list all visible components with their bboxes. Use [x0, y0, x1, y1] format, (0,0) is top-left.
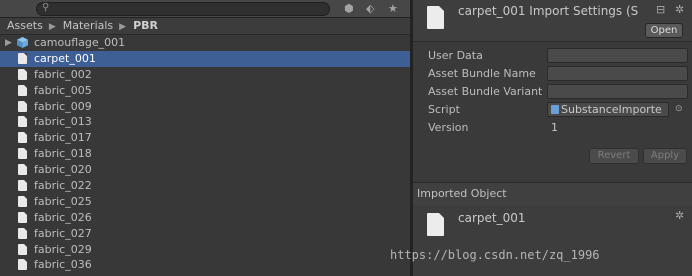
asset-name: fabric_022: [34, 179, 92, 193]
file-icon: [18, 227, 27, 239]
asset-name: fabric_025: [34, 194, 92, 208]
asset-list-item[interactable]: fabric_009: [0, 99, 410, 115]
asset-name: fabric_026: [34, 210, 92, 224]
favorite-star-icon[interactable]: ★: [388, 2, 398, 15]
substance-cube-icon: [17, 37, 28, 48]
file-icon: [18, 116, 27, 128]
apply-button[interactable]: Apply: [643, 148, 687, 164]
foldout-arrow-icon[interactable]: ▶: [5, 35, 12, 51]
asset-bundle-name-label: Asset Bundle Name: [428, 67, 536, 80]
filter-by-label-icon[interactable]: ⬖: [366, 2, 374, 15]
version-label: Version: [428, 121, 469, 134]
asset-file-icon: [427, 6, 444, 29]
script-label: Script: [428, 103, 460, 116]
file-icon: [18, 195, 27, 207]
asset-name: fabric_018: [34, 147, 92, 161]
asset-list: ▶ camouflage_001 carpet_001 fabric_002fabri…: [0, 35, 410, 273]
asset-bundle-variant-field[interactable]: [547, 84, 688, 99]
asset-list-item[interactable]: fabric_017: [0, 130, 410, 146]
revert-button[interactable]: Revert: [589, 148, 639, 164]
imported-object-heading: Imported Object: [417, 187, 507, 200]
search-icon: ⚲: [42, 2, 50, 13]
user-data-field[interactable]: [547, 48, 688, 63]
user-data-label: User Data: [428, 49, 483, 62]
breadcrumb-separator-icon: ▶: [119, 22, 127, 32]
file-icon: [18, 148, 27, 160]
asset-list-item[interactable]: carpet_001: [0, 50, 410, 67]
asset-list-item[interactable]: fabric_002: [0, 67, 410, 83]
asset-bundle-variant-label: Asset Bundle Variant: [428, 85, 543, 98]
inspector-header: carpet_001 Import Settings (S ⊟ ✲ Open: [413, 0, 692, 42]
search-input[interactable]: ⚲: [36, 2, 330, 16]
asset-list-item[interactable]: fabric_027: [0, 226, 410, 242]
asset-name: carpet_001: [34, 51, 96, 65]
script-icon: [551, 105, 559, 114]
asset-list-item[interactable]: fabric_026: [0, 210, 410, 226]
asset-name: fabric_013: [34, 115, 92, 129]
asset-list-item[interactable]: fabric_029: [0, 242, 410, 258]
breadcrumb-item-assets[interactable]: Assets: [0, 18, 43, 34]
imported-object-header: Imported Object: [413, 182, 692, 206]
asset-list-item[interactable]: fabric_013: [0, 114, 410, 130]
file-icon: [18, 164, 27, 176]
file-icon: [18, 132, 27, 144]
imported-asset-icon: [427, 213, 444, 236]
inspector-panel: carpet_001 Import Settings (S ⊟ ✲ Open U…: [413, 0, 692, 276]
asset-list-item[interactable]: ▶ camouflage_001: [0, 35, 410, 51]
imported-object-name: carpet_001: [458, 211, 526, 225]
project-toolbar: ⚲ ⬢ ⬖ ★: [0, 0, 410, 18]
asset-name: fabric_009: [34, 99, 92, 113]
breadcrumb-item-pbr[interactable]: PBR: [126, 18, 158, 34]
imported-object-section: carpet_001 ✲: [413, 205, 692, 276]
breadcrumb-separator-icon: ▶: [48, 22, 56, 32]
file-icon: [18, 68, 27, 80]
asset-list-item[interactable]: fabric_005: [0, 83, 410, 99]
asset-name: fabric_029: [34, 242, 92, 256]
gear-icon[interactable]: ✲: [675, 3, 684, 16]
file-icon: [18, 243, 27, 255]
object-picker-icon[interactable]: ⊙: [675, 104, 683, 114]
script-field[interactable]: SubstanceImporte: [547, 102, 669, 117]
file-icon: [18, 52, 27, 64]
asset-list-item[interactable]: fabric_018: [0, 146, 410, 162]
file-icon: [18, 211, 27, 223]
asset-bundle-name-field[interactable]: [547, 66, 688, 81]
asset-list-item[interactable]: fabric_036: [0, 257, 410, 273]
project-browser-panel: ⚲ ⬢ ⬖ ★ Assets ▶ Materials ▶ PBR ▶ camouflage…: [0, 0, 410, 276]
filter-by-type-icon[interactable]: ⬢: [344, 2, 354, 15]
asset-name: camouflage_001: [34, 36, 126, 49]
inspector-title: carpet_001 Import Settings (S: [458, 4, 639, 18]
file-icon: [18, 180, 27, 192]
asset-list-item[interactable]: fabric_020: [0, 162, 410, 178]
breadcrumb: Assets ▶ Materials ▶ PBR: [0, 18, 410, 35]
file-icon: [18, 259, 27, 271]
asset-name: fabric_036: [34, 258, 92, 272]
asset-name: fabric_027: [34, 226, 92, 240]
gear-icon[interactable]: ✲: [675, 209, 684, 222]
asset-name: fabric_017: [34, 131, 92, 145]
file-icon: [18, 100, 27, 112]
asset-list-item[interactable]: fabric_025: [0, 194, 410, 210]
layout-icon[interactable]: ⊟: [656, 3, 665, 16]
asset-list-item[interactable]: fabric_022: [0, 178, 410, 194]
asset-name: fabric_002: [34, 67, 92, 81]
script-value: SubstanceImporte: [561, 103, 662, 116]
breadcrumb-item-materials[interactable]: Materials: [56, 18, 113, 34]
open-button[interactable]: Open: [645, 23, 683, 38]
version-value: 1: [551, 121, 558, 134]
asset-name: fabric_020: [34, 163, 92, 177]
asset-name: fabric_005: [34, 83, 92, 97]
file-icon: [18, 84, 27, 96]
watermark: https://blog.csdn.net/zq_1996: [390, 248, 600, 262]
